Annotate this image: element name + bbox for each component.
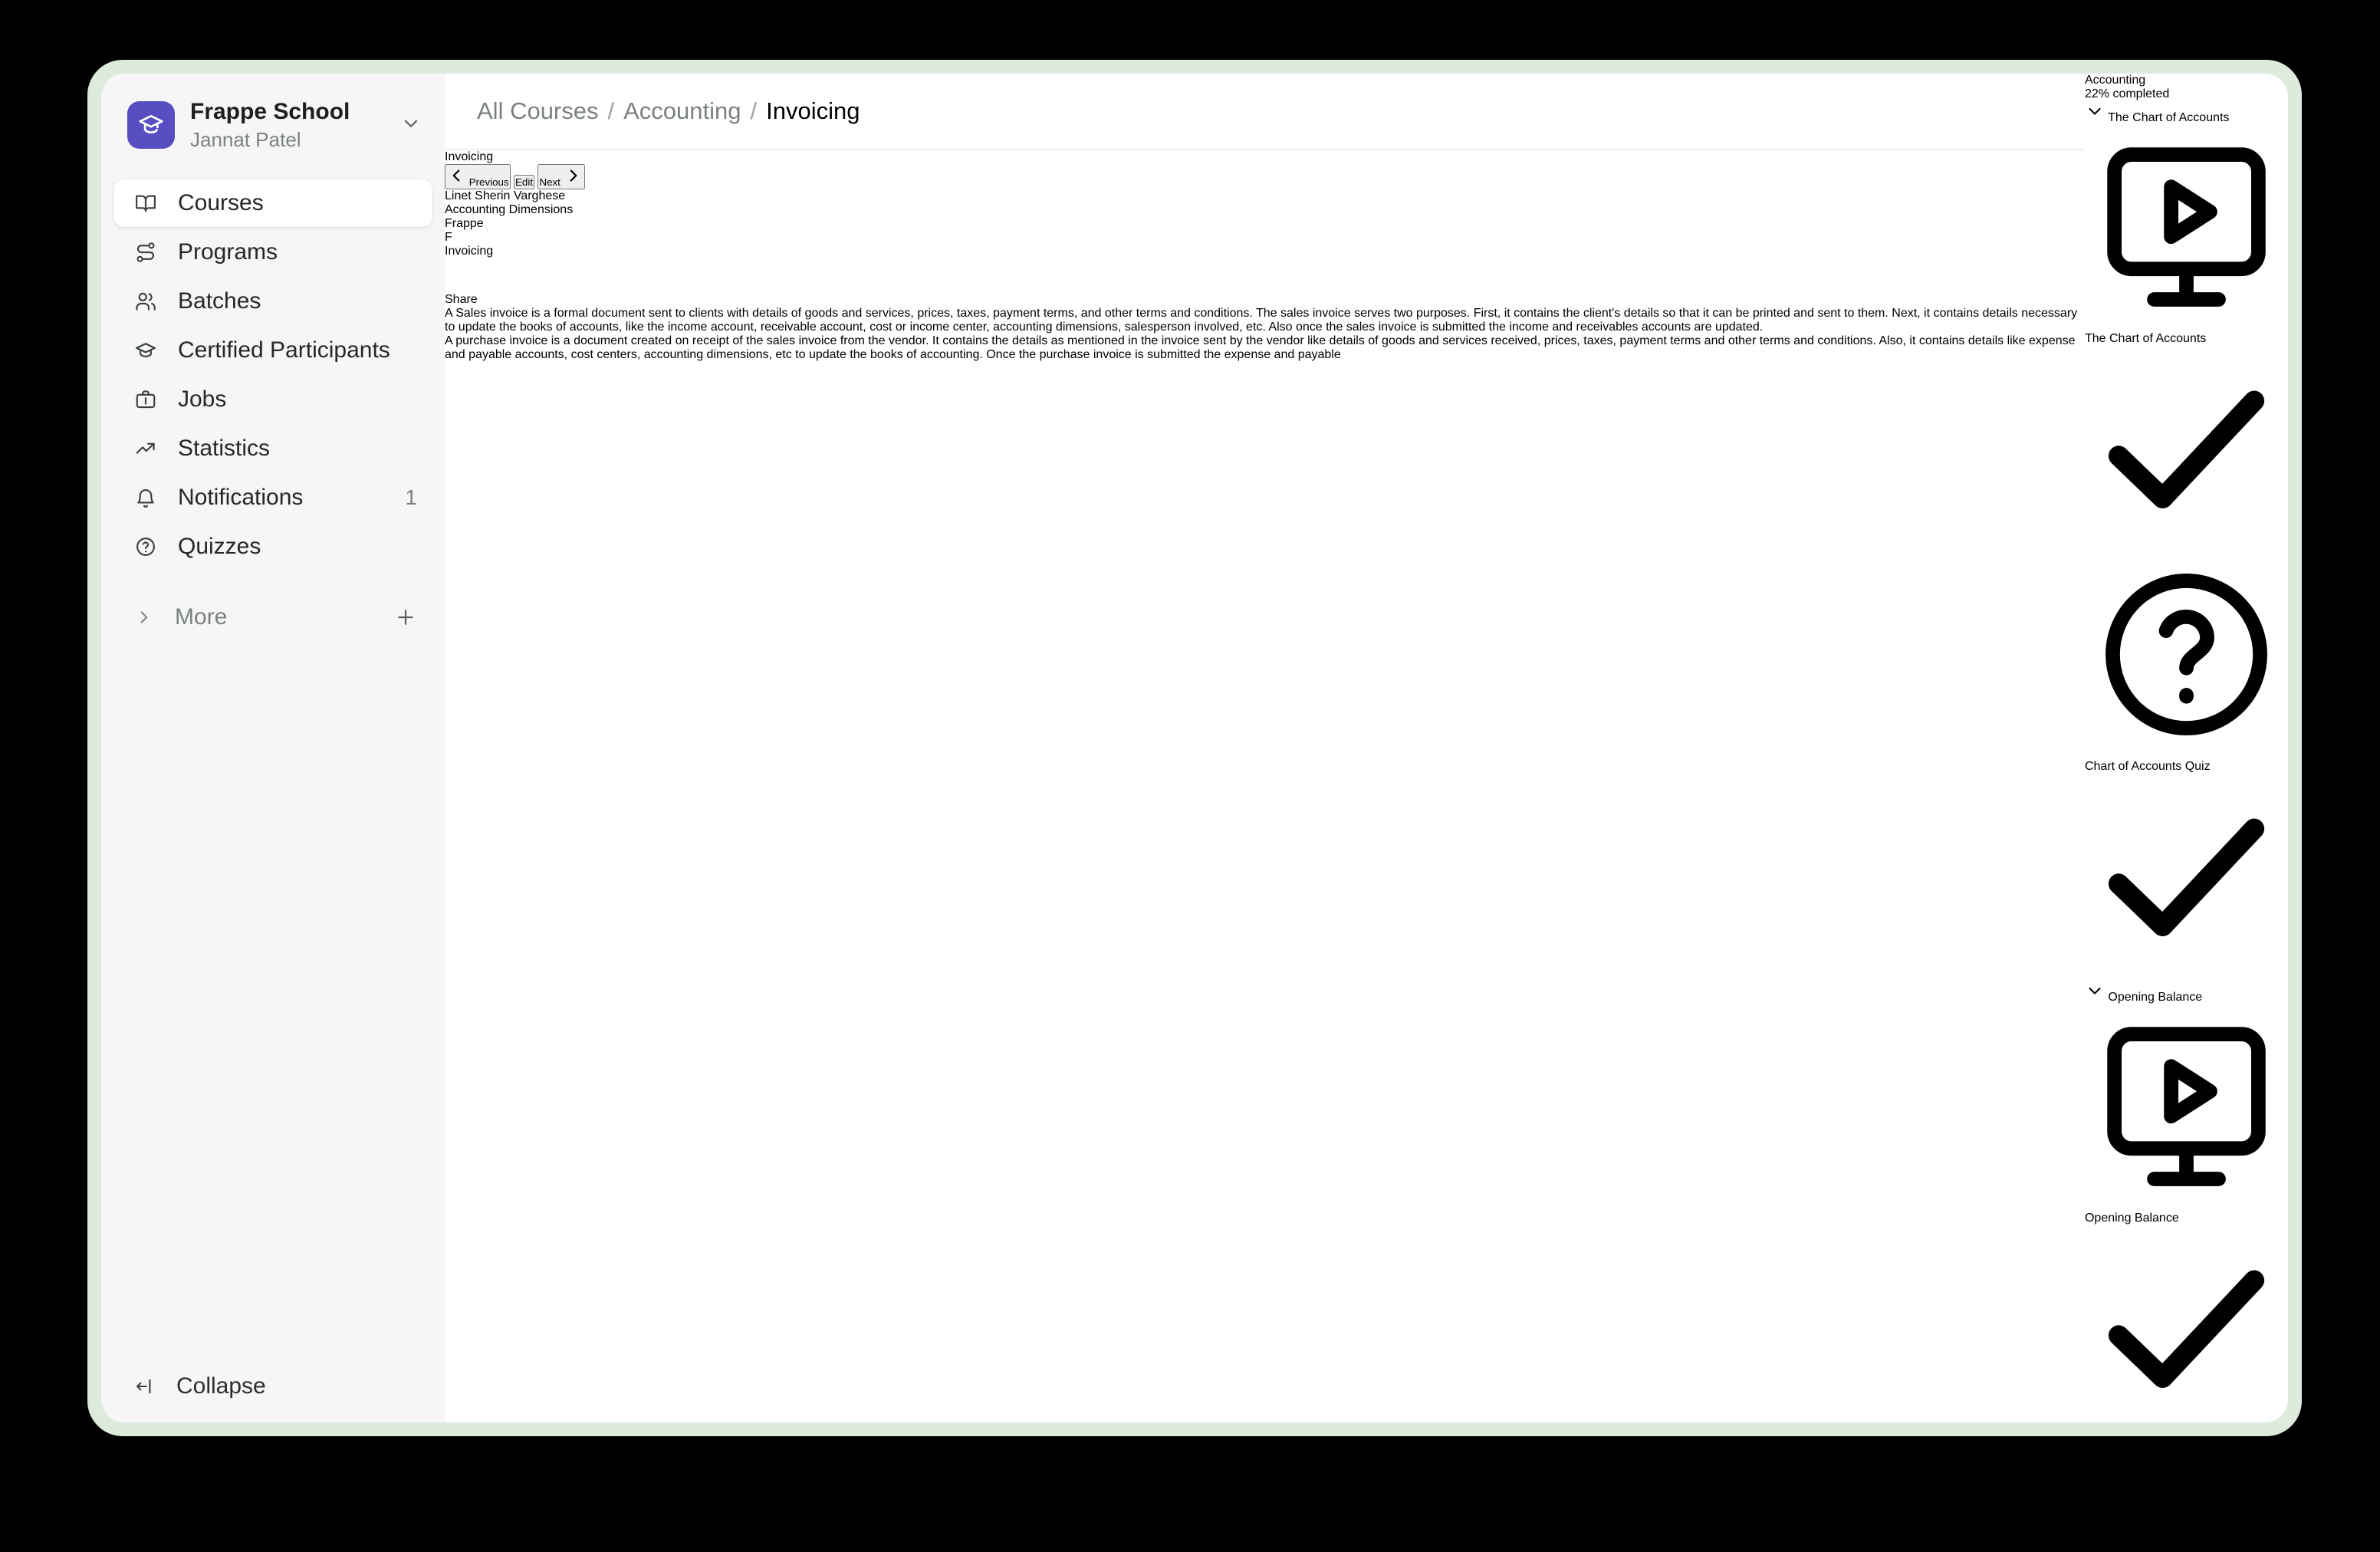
- lesson-paragraph: A Sales invoice is a formal document sen…: [445, 307, 2085, 334]
- main-area: All Courses / Accounting / Invoicing Inv…: [445, 74, 2085, 1422]
- chevron-right-icon: [134, 607, 154, 627]
- outline-quiz[interactable]: Chart of Accounts Quiz: [2085, 553, 2288, 981]
- collapse-sidebar-button[interactable]: Collapse: [113, 1363, 432, 1410]
- author-row: Linet Sherin Varghese: [445, 189, 2085, 203]
- lesson-icon: [2085, 1005, 2288, 1208]
- frappe-channel-badge[interactable]: F: [445, 231, 2085, 245]
- briefcase-icon: [134, 388, 157, 411]
- sidebar-item-label: Jobs: [178, 386, 417, 413]
- share-label: Share: [445, 293, 2085, 307]
- graduation-cap-icon: [136, 110, 166, 140]
- plus-icon[interactable]: [394, 606, 417, 629]
- frappe-watermark: Frappe: [445, 217, 2085, 231]
- sidebar-item-label: Programs: [178, 239, 417, 265]
- check-icon: [2085, 774, 2288, 977]
- video-header: F Invoicing: [445, 231, 2085, 258]
- sidebar-more-label: More: [175, 604, 394, 630]
- slide-title: Accounting Dimensions: [445, 203, 2085, 217]
- help-circle-icon: [134, 535, 157, 558]
- video-title[interactable]: Invoicing: [445, 245, 2085, 258]
- edit-button[interactable]: Edit: [514, 175, 534, 189]
- video-player[interactable]: Accounting Dimensions Frappe F Invoicing: [445, 203, 2085, 307]
- course-title: Accounting: [2085, 74, 2288, 87]
- course-outline-list: The Chart of Accounts The Chart of Accou…: [2085, 101, 2288, 1422]
- graduation-cap-icon: [134, 339, 157, 362]
- breadcrumb-separator: /: [608, 97, 615, 125]
- sidebar-item-batches[interactable]: Batches: [113, 278, 432, 325]
- sidebar-item-label: Quizzes: [178, 534, 417, 560]
- collapse-icon: [134, 1376, 156, 1397]
- course-outline-sidebar: Accounting 22% completed The Chart of Ac…: [2085, 74, 2288, 1422]
- breadcrumb-separator: /: [751, 97, 758, 125]
- breadcrumb-bar: All Courses / Accounting / Invoicing: [445, 74, 2085, 150]
- outline-section-chart-of-accounts[interactable]: The Chart of Accounts: [2085, 101, 2288, 125]
- next-button[interactable]: Next: [537, 164, 584, 189]
- left-sidebar: Frappe School Jannat Patel Courses: [101, 74, 445, 1422]
- trending-up-icon: [134, 437, 157, 460]
- outline-lesson[interactable]: Opening Balance: [2085, 1005, 2288, 1422]
- sidebar-item-jobs[interactable]: Jobs: [113, 376, 432, 423]
- sidebar-item-label: Certified Participants: [178, 337, 417, 363]
- check-icon: [2085, 1225, 2288, 1422]
- lesson-paragraph: A purchase invoice is a document created…: [445, 334, 2085, 362]
- sidebar-item-quizzes[interactable]: Quizzes: [113, 523, 432, 570]
- book-open-icon: [134, 192, 157, 215]
- sidebar-item-label: Courses: [178, 190, 417, 216]
- route-icon: [134, 241, 157, 264]
- video-slide: Accounting Dimensions Frappe: [445, 203, 2085, 231]
- sidebar-item-label: Batches: [178, 288, 417, 314]
- workspace-switcher[interactable]: Frappe School Jannat Patel: [101, 74, 445, 152]
- collapse-label: Collapse: [176, 1373, 417, 1399]
- frappe-school-logo: [127, 101, 175, 149]
- check-icon: [2085, 346, 2288, 549]
- chevron-right-icon: [564, 166, 583, 186]
- lesson-content: Invoicing Previous Edit Next: [445, 150, 2085, 362]
- breadcrumb-all-courses[interactable]: All Courses: [477, 97, 599, 125]
- sidebar-item-certified-participants[interactable]: Certified Participants: [113, 327, 432, 374]
- lesson-actions: Previous Edit Next: [445, 164, 2085, 189]
- breadcrumb-current: Invoicing: [766, 97, 860, 125]
- chevron-left-icon: [446, 166, 466, 186]
- previous-button[interactable]: Previous: [445, 164, 511, 189]
- chevron-down-icon: [2085, 101, 2105, 121]
- breadcrumb-accounting[interactable]: Accounting: [623, 97, 741, 125]
- workspace-user: Jannat Patel: [190, 127, 400, 152]
- author-name: Linet Sherin Varghese: [445, 189, 2085, 203]
- page-title: Invoicing: [445, 150, 2085, 164]
- workspace-labels: Frappe School Jannat Patel: [190, 98, 400, 152]
- notification-count-badge: 1: [405, 485, 417, 510]
- sidebar-item-courses[interactable]: Courses: [113, 179, 432, 227]
- chevron-down-icon: [2085, 981, 2105, 1001]
- sidebar-item-label: Notifications: [178, 485, 405, 511]
- bell-icon: [134, 486, 157, 509]
- quiz-icon: [2085, 553, 2288, 756]
- share-arrow-icon: [445, 258, 482, 289]
- sidebar-item-label: Statistics: [178, 436, 417, 462]
- lesson-icon: [2085, 125, 2288, 328]
- progress-label: 22% completed: [2085, 87, 2288, 101]
- sidebar-nav: Courses Programs Batches: [101, 152, 445, 641]
- outline-lesson[interactable]: The Chart of Accounts: [2085, 125, 2288, 553]
- sidebar-item-statistics[interactable]: Statistics: [113, 425, 432, 472]
- course-progress-header: Accounting 22% completed: [2085, 74, 2288, 101]
- sidebar-item-more[interactable]: More: [113, 594, 432, 641]
- workspace-title: Frappe School: [190, 98, 400, 126]
- outline-section-opening-balance[interactable]: Opening Balance: [2085, 981, 2288, 1005]
- users-icon: [134, 290, 157, 313]
- app-window: Frappe School Jannat Patel Courses: [87, 60, 2302, 1436]
- sidebar-item-programs[interactable]: Programs: [113, 229, 432, 276]
- share-button[interactable]: Share: [445, 258, 2085, 307]
- sidebar-item-notifications[interactable]: Notifications 1: [113, 474, 432, 521]
- breadcrumb: All Courses / Accounting / Invoicing: [477, 97, 860, 125]
- app-panel: Frappe School Jannat Patel Courses: [101, 74, 2288, 1422]
- chevron-down-icon: [400, 113, 422, 138]
